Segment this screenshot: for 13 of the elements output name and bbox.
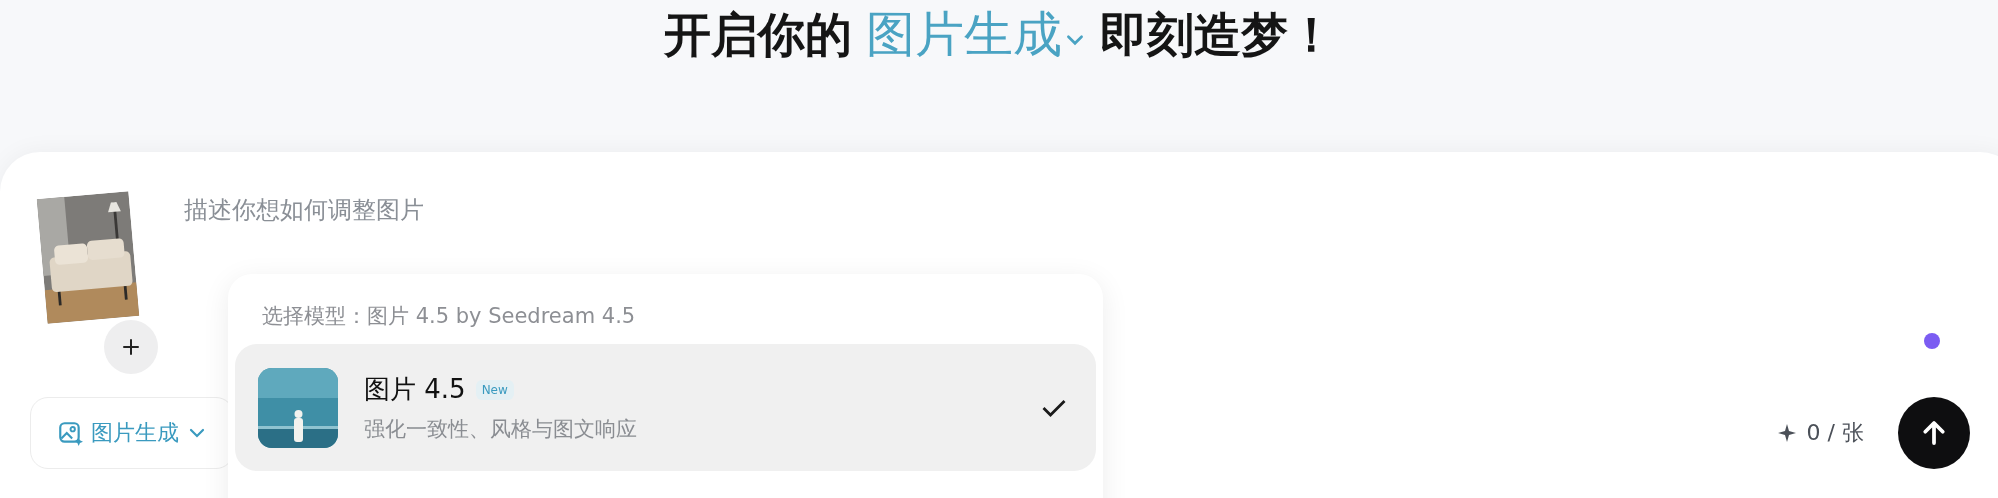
prompt-field[interactable]: 描述你想如何调整图片 <box>182 192 886 228</box>
status-dot <box>1924 333 1940 349</box>
mode-switch[interactable]: 图片生成 <box>865 2 1086 68</box>
image-icon <box>57 420 83 446</box>
model-option[interactable]: 图片 4.5 New 强化一致性、风格与图文响应 <box>235 344 1096 471</box>
model-name: 图片 4.5 <box>364 373 466 406</box>
credits-count: 0 / 张 <box>1806 419 1864 447</box>
headline-text: 开启你的 <box>663 5 852 64</box>
plus-icon <box>121 337 141 357</box>
model-description: 强化一致性、风格与图文响应 <box>364 416 638 443</box>
new-badge: New <box>475 379 514 400</box>
headline-text: 即刻造梦！ <box>1099 5 1335 64</box>
menu-header: 选择模型：图片 4.5 by Seedream 4.5 <box>261 303 637 330</box>
